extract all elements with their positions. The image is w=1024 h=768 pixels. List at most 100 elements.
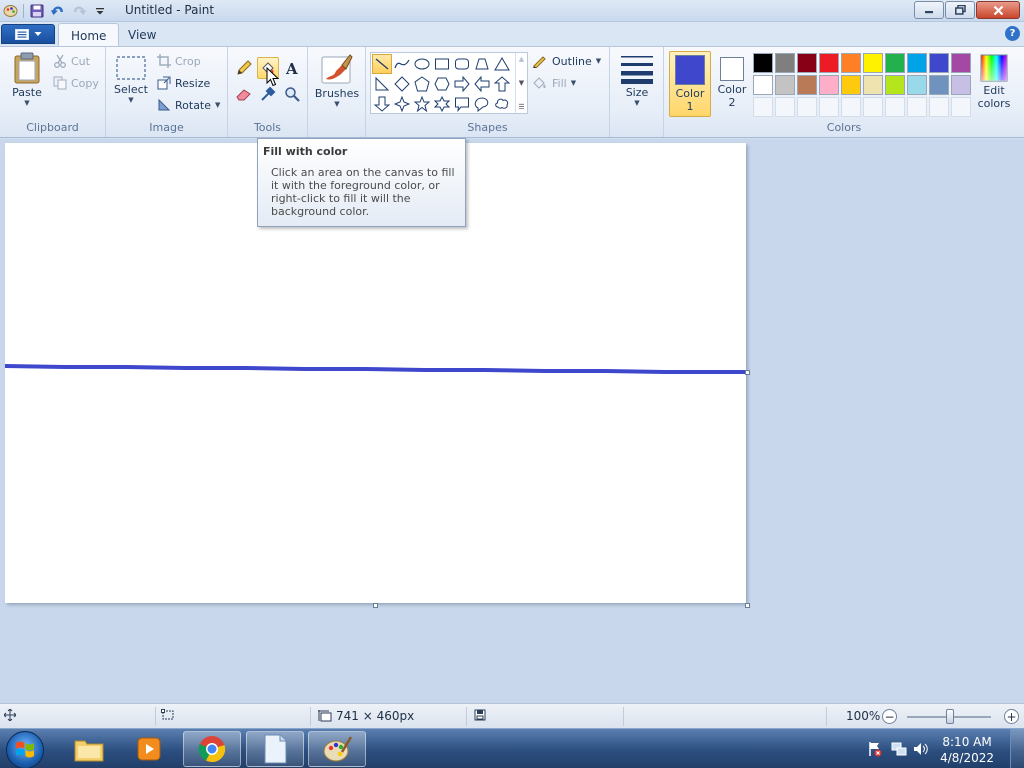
palette-color[interactable] [885, 53, 905, 73]
magnifier-tool[interactable] [281, 83, 303, 105]
custom-color-slot[interactable] [797, 97, 817, 117]
outline-button[interactable]: Outline ▼ [532, 54, 601, 68]
help-button[interactable]: ? [1005, 26, 1020, 41]
palette-color[interactable] [753, 75, 773, 95]
taskbar-clock[interactable]: 8:10 AM 4/8/2022 [940, 734, 994, 766]
shape-triangle[interactable] [492, 54, 512, 74]
save-icon[interactable] [28, 2, 45, 19]
palette-color[interactable] [775, 75, 795, 95]
shape-oval[interactable] [412, 54, 432, 74]
undo-icon[interactable] [49, 2, 66, 19]
fill-button[interactable]: Fill ▼ [532, 76, 576, 90]
edit-colors-button[interactable]: Edit colors [976, 54, 1012, 110]
custom-color-slot[interactable] [753, 97, 773, 117]
shape-four-point-star[interactable] [392, 94, 412, 114]
shape-hexagon[interactable] [432, 74, 452, 94]
eraser-tool[interactable] [233, 83, 255, 105]
palette-color[interactable] [951, 75, 971, 95]
custom-color-slot[interactable] [819, 97, 839, 117]
palette-color[interactable] [775, 53, 795, 73]
shapes-scrollbar[interactable]: ▲ ▼ ☰ [515, 53, 527, 113]
paint-menu-button[interactable] [1, 24, 55, 44]
palette-color[interactable] [797, 53, 817, 73]
taskbar-chrome[interactable] [183, 731, 241, 767]
custom-color-slot[interactable] [863, 97, 883, 117]
shape-left-arrow[interactable] [472, 74, 492, 94]
zoom-in-button[interactable]: + [1004, 709, 1019, 724]
text-tool[interactable]: A [281, 57, 303, 79]
palette-color[interactable] [753, 53, 773, 73]
select-button[interactable]: Select ▼ [114, 55, 148, 104]
scroll-up-icon[interactable]: ▲ [519, 55, 524, 63]
canvas-workspace[interactable] [0, 139, 1024, 703]
shape-right-arrow[interactable] [452, 74, 472, 94]
rotate-button[interactable]: Rotate ▼ [157, 98, 220, 112]
resize-button[interactable]: Resize [157, 76, 210, 90]
taskbar-file-explorer[interactable] [60, 731, 118, 767]
cut-button[interactable]: Cut [53, 54, 90, 68]
start-button[interactable] [6, 731, 44, 768]
palette-color[interactable] [819, 53, 839, 73]
minimize-button[interactable] [914, 1, 944, 19]
palette-color[interactable] [907, 75, 927, 95]
brushes-button[interactable]: Brushes ▼ [314, 53, 360, 108]
custom-color-slot[interactable] [907, 97, 927, 117]
palette-color[interactable] [929, 53, 949, 73]
shape-rounded-rectangle[interactable] [452, 54, 472, 74]
shape-pentagon[interactable] [412, 74, 432, 94]
shape-rounded-callout[interactable] [452, 94, 472, 114]
custom-color-slot[interactable] [885, 97, 905, 117]
shape-up-arrow[interactable] [492, 74, 512, 94]
pencil-tool[interactable] [233, 57, 255, 79]
color1-button[interactable]: Color 1 [669, 51, 711, 117]
shape-cloud-callout[interactable] [492, 94, 512, 114]
customize-qat-icon[interactable] [91, 2, 108, 19]
palette-color[interactable] [841, 75, 861, 95]
show-desktop-button[interactable] [1010, 729, 1024, 768]
color2-button[interactable]: Color 2 [714, 54, 750, 109]
palette-color[interactable] [951, 53, 971, 73]
palette-color[interactable] [907, 53, 927, 73]
custom-color-slot[interactable] [951, 97, 971, 117]
palette-color[interactable] [929, 75, 949, 95]
paste-button[interactable]: Paste ▼ [10, 52, 44, 107]
size-button[interactable]: Size ▼ [619, 54, 655, 107]
shape-five-point-star[interactable] [412, 94, 432, 114]
custom-color-slot[interactable] [841, 97, 861, 117]
shape-oval-callout[interactable] [472, 94, 492, 114]
custom-color-slot[interactable] [775, 97, 795, 117]
custom-color-slot[interactable] [929, 97, 949, 117]
canvas-resize-handle-bottom[interactable] [373, 603, 378, 608]
palette-color[interactable] [885, 75, 905, 95]
shape-diamond[interactable] [392, 74, 412, 94]
taskbar-notepad[interactable] [246, 731, 304, 767]
shape-polygon[interactable] [472, 54, 492, 74]
scroll-down-icon[interactable]: ▼ [519, 79, 524, 87]
network-icon[interactable] [891, 741, 907, 760]
palette-color[interactable] [863, 75, 883, 95]
canvas-resize-handle-right[interactable] [745, 370, 750, 375]
tab-view[interactable]: View [116, 23, 168, 46]
taskbar-paint[interactable] [308, 731, 366, 767]
volume-icon[interactable] [913, 741, 929, 760]
palette-color[interactable] [841, 53, 861, 73]
zoom-slider-thumb[interactable] [946, 709, 954, 724]
shape-line[interactable] [372, 54, 392, 74]
redo-icon[interactable] [70, 2, 87, 19]
restore-button[interactable] [945, 1, 975, 19]
expand-gallery-icon[interactable]: ☰ [518, 103, 524, 111]
palette-color[interactable] [863, 53, 883, 73]
paint-app-icon[interactable] [2, 2, 19, 19]
palette-color[interactable] [819, 75, 839, 95]
copy-button[interactable]: Copy [53, 76, 99, 90]
shape-six-point-star[interactable] [432, 94, 452, 114]
tab-home[interactable]: Home [58, 23, 120, 46]
action-center-icon[interactable] [867, 741, 883, 760]
close-button[interactable] [976, 1, 1020, 19]
canvas-resize-handle-corner[interactable] [745, 603, 750, 608]
shape-rectangle[interactable] [432, 54, 452, 74]
shape-curve[interactable] [392, 54, 412, 74]
taskbar-media-player[interactable] [120, 731, 178, 767]
shape-down-arrow[interactable] [372, 94, 392, 114]
crop-button[interactable]: Crop [157, 54, 201, 68]
